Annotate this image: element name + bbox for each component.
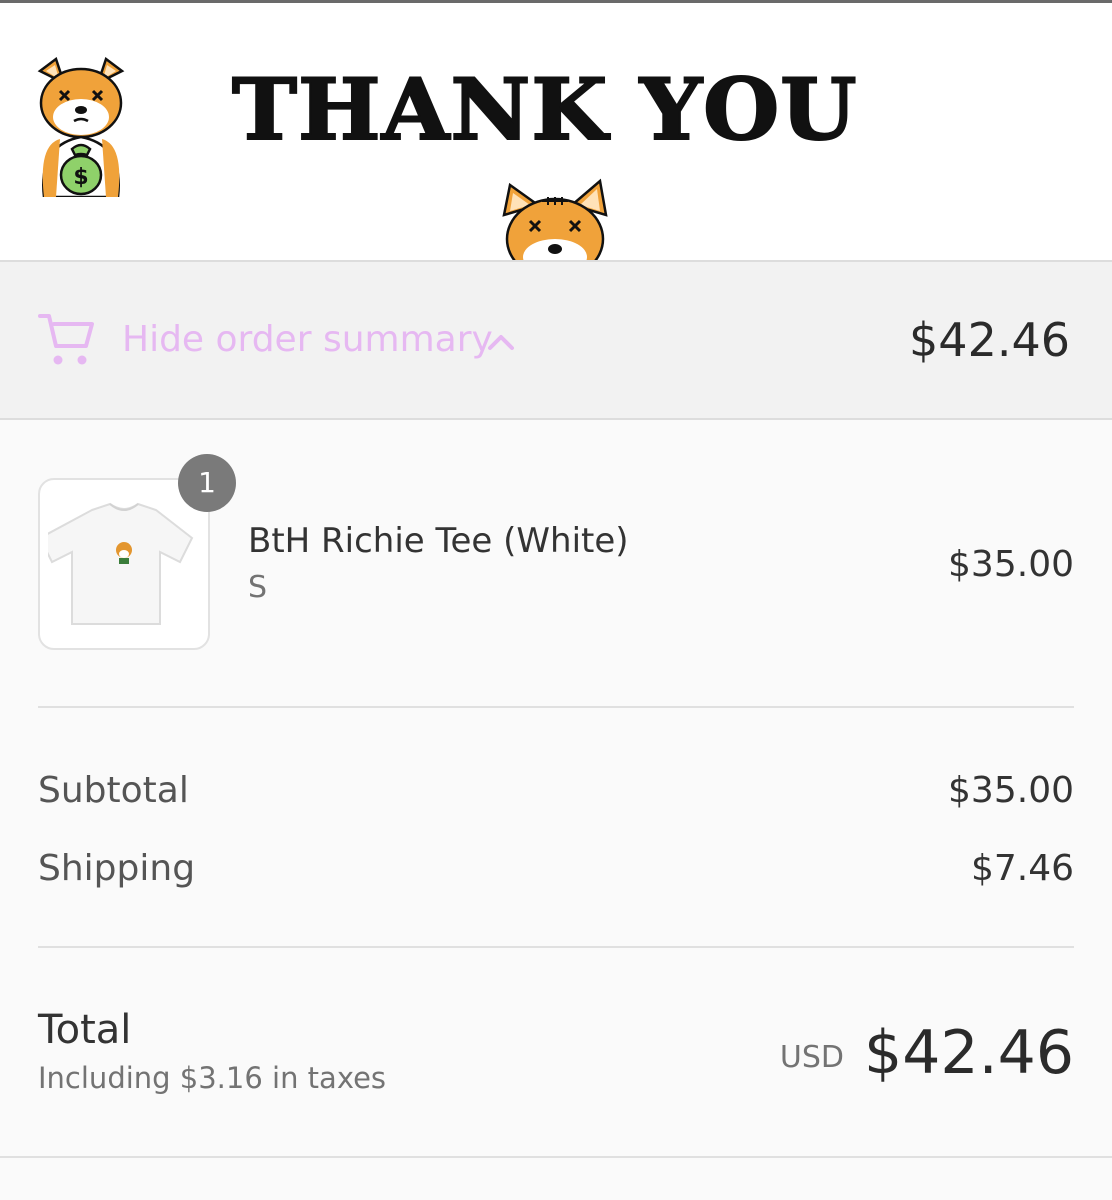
order-confirmation-page: $ THANK YOU Hide order summary $42.46 1 … <box>0 0 1112 1200</box>
quantity-badge: 1 <box>178 454 236 512</box>
thank-you-header: $ THANK YOU <box>0 0 1112 260</box>
currency-code: USD <box>779 1040 844 1075</box>
divider <box>0 1156 1112 1158</box>
cart-icon <box>38 314 94 365</box>
subtotal-value: $35.00 <box>948 770 1074 811</box>
grand-total-amount: $42.46 <box>864 1018 1074 1088</box>
shipping-value: $7.46 <box>970 848 1074 889</box>
shiba-money-bag-logo-icon: $ <box>37 57 125 197</box>
hide-order-summary-label[interactable]: Hide order summary <box>122 318 493 362</box>
page-title: THANK YOU <box>231 59 858 160</box>
svg-text:$: $ <box>73 165 88 190</box>
subtotal-label: Subtotal <box>38 770 189 811</box>
shipping-label: Shipping <box>38 848 196 889</box>
white-tshirt-thumbnail <box>48 502 194 625</box>
shiba-peek-icon <box>502 178 608 260</box>
product-thumbnail <box>38 478 210 650</box>
product-name: BtH Richie Tee (White) <box>248 521 629 561</box>
summary-total-amount: $42.46 <box>909 313 1070 367</box>
divider <box>38 946 1074 948</box>
product-variant: S <box>248 570 268 605</box>
total-label: Total <box>38 1007 132 1053</box>
tax-note: Including $3.16 in taxes <box>38 1061 387 1095</box>
chevron-up-icon <box>488 335 514 350</box>
order-summary-toggle[interactable]: Hide order summary $42.46 <box>0 260 1112 420</box>
divider <box>38 706 1074 708</box>
product-price: $35.00 <box>948 544 1074 585</box>
